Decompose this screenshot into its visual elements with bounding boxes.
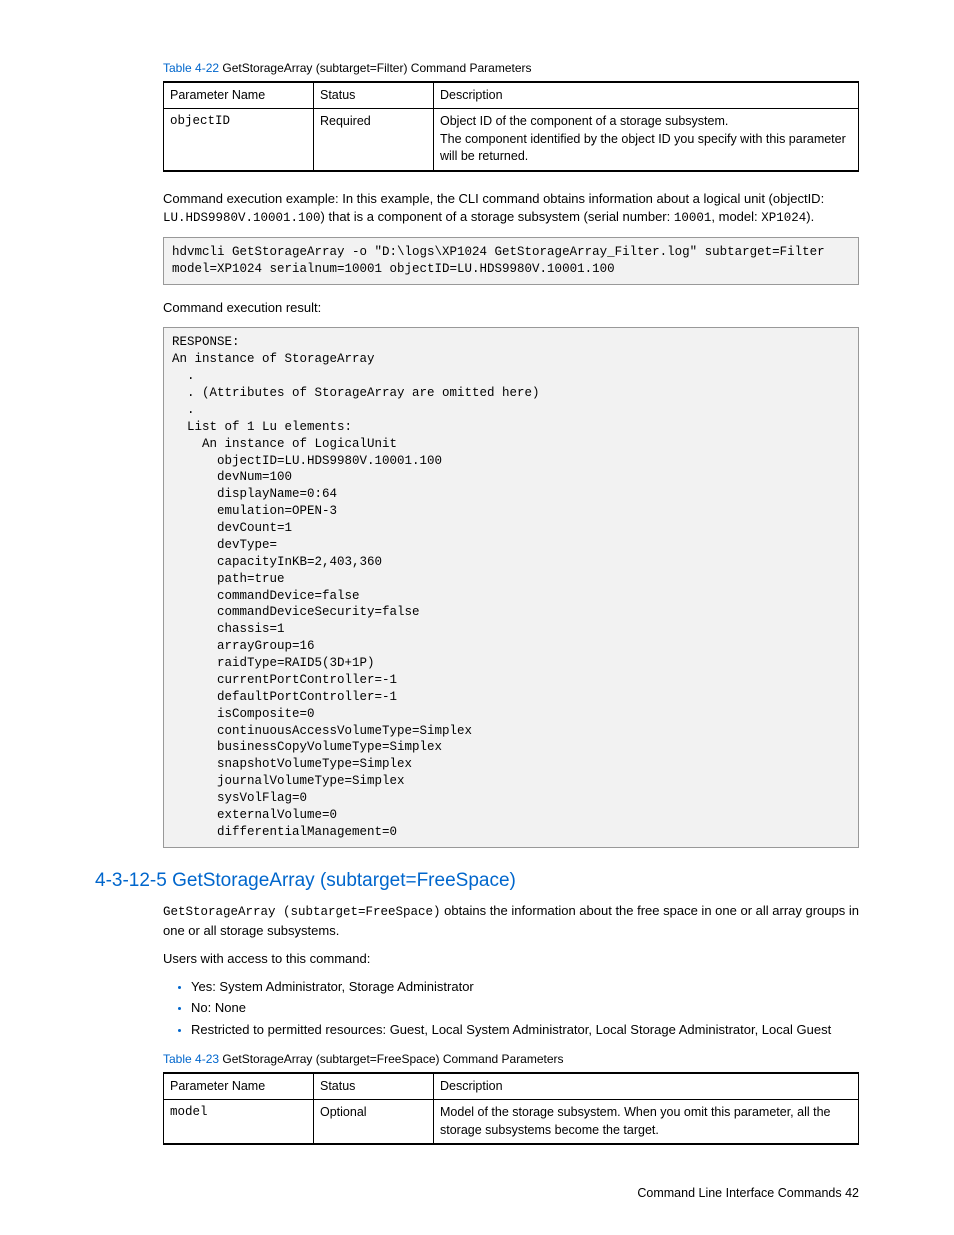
col-description: Description xyxy=(434,1073,859,1100)
access-list: Yes: System Administrator, Storage Admin… xyxy=(163,978,859,1039)
table-22: Parameter Name Status Description object… xyxy=(163,81,859,172)
table-row: Parameter Name Status Description xyxy=(164,1073,859,1100)
result-label: Command execution result: xyxy=(163,299,859,317)
cell-desc: Model of the storage subsystem. When you… xyxy=(434,1100,859,1145)
table-22-caption: Table 4-22 GetStorageArray (subtarget=Fi… xyxy=(163,60,859,77)
page-footer: Command Line Interface Commands 42 xyxy=(95,1185,859,1203)
exec-example-paragraph: Command execution example: In this examp… xyxy=(163,190,859,228)
table-row: Parameter Name Status Description xyxy=(164,82,859,109)
list-item: Restricted to permitted resources: Guest… xyxy=(191,1021,859,1039)
section-paragraph-2: Users with access to this command: xyxy=(163,950,859,968)
table-23-title: GetStorageArray (subtarget=FreeSpace) Co… xyxy=(219,1052,563,1066)
cell-param: model xyxy=(164,1100,314,1145)
col-param-name: Parameter Name xyxy=(164,82,314,109)
cell-desc: Object ID of the component of a storage … xyxy=(434,109,859,171)
col-status: Status xyxy=(314,82,434,109)
section-heading: 4-3-12-5 GetStorageArray (subtarget=Free… xyxy=(95,868,859,895)
list-item: No: None xyxy=(191,999,859,1017)
cell-status: Optional xyxy=(314,1100,434,1145)
table-23-number: Table 4-23 xyxy=(163,1052,219,1066)
table-23: Parameter Name Status Description model … xyxy=(163,1072,859,1146)
code-block-result: RESPONSE: An instance of StorageArray . … xyxy=(163,327,859,847)
table-23-caption: Table 4-23 GetStorageArray (subtarget=Fr… xyxy=(163,1051,859,1068)
cell-param: objectID xyxy=(164,109,314,171)
col-description: Description xyxy=(434,82,859,109)
cell-status: Required xyxy=(314,109,434,171)
code-block-command: hdvmcli GetStorageArray -o "D:\logs\XP10… xyxy=(163,237,859,285)
table-22-title: GetStorageArray (subtarget=Filter) Comma… xyxy=(219,61,531,75)
table-22-number: Table 4-22 xyxy=(163,61,219,75)
table-row: objectID Required Object ID of the compo… xyxy=(164,109,859,171)
col-status: Status xyxy=(314,1073,434,1100)
col-param-name: Parameter Name xyxy=(164,1073,314,1100)
table-row: model Optional Model of the storage subs… xyxy=(164,1100,859,1145)
section-paragraph-1: GetStorageArray (subtarget=FreeSpace) ob… xyxy=(163,902,859,940)
list-item: Yes: System Administrator, Storage Admin… xyxy=(191,978,859,996)
